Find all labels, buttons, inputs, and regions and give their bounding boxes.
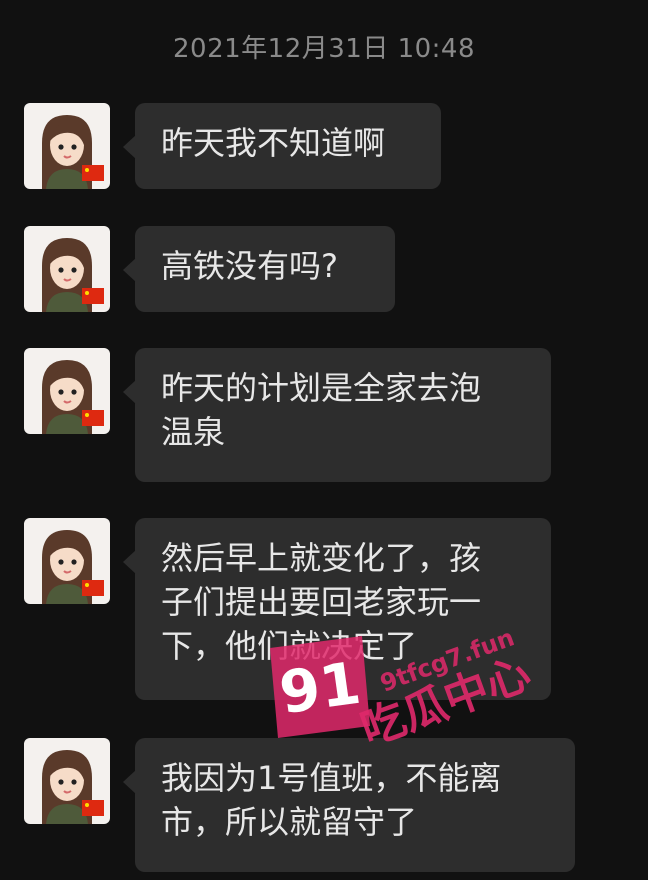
avatar[interactable] bbox=[24, 226, 110, 312]
avatar[interactable] bbox=[24, 518, 110, 604]
avatar[interactable] bbox=[24, 738, 110, 824]
avatar-image bbox=[42, 360, 104, 434]
message-bubble[interactable]: 昨天我不知道啊 bbox=[123, 103, 441, 189]
message-bubble[interactable]: 我因为1号值班，不能离 市，所以就留守了 bbox=[123, 738, 575, 872]
message-bubble[interactable]: 昨天的计划是全家去泡 温泉 bbox=[123, 348, 551, 482]
avatar-image bbox=[42, 115, 104, 189]
avatar[interactable] bbox=[24, 348, 110, 434]
avatar-image bbox=[42, 750, 104, 824]
avatar-image bbox=[42, 238, 104, 312]
avatar-image bbox=[42, 530, 104, 604]
message-bubble[interactable]: 然后早上就变化了，孩 子们提出要回老家玩一 下，他们就决定了 bbox=[123, 518, 551, 700]
message-bubble[interactable]: 高铁没有吗? bbox=[123, 226, 395, 312]
chat-timestamp: 2021年12月31日 10:48 bbox=[172, 34, 476, 64]
avatar[interactable] bbox=[24, 103, 110, 189]
